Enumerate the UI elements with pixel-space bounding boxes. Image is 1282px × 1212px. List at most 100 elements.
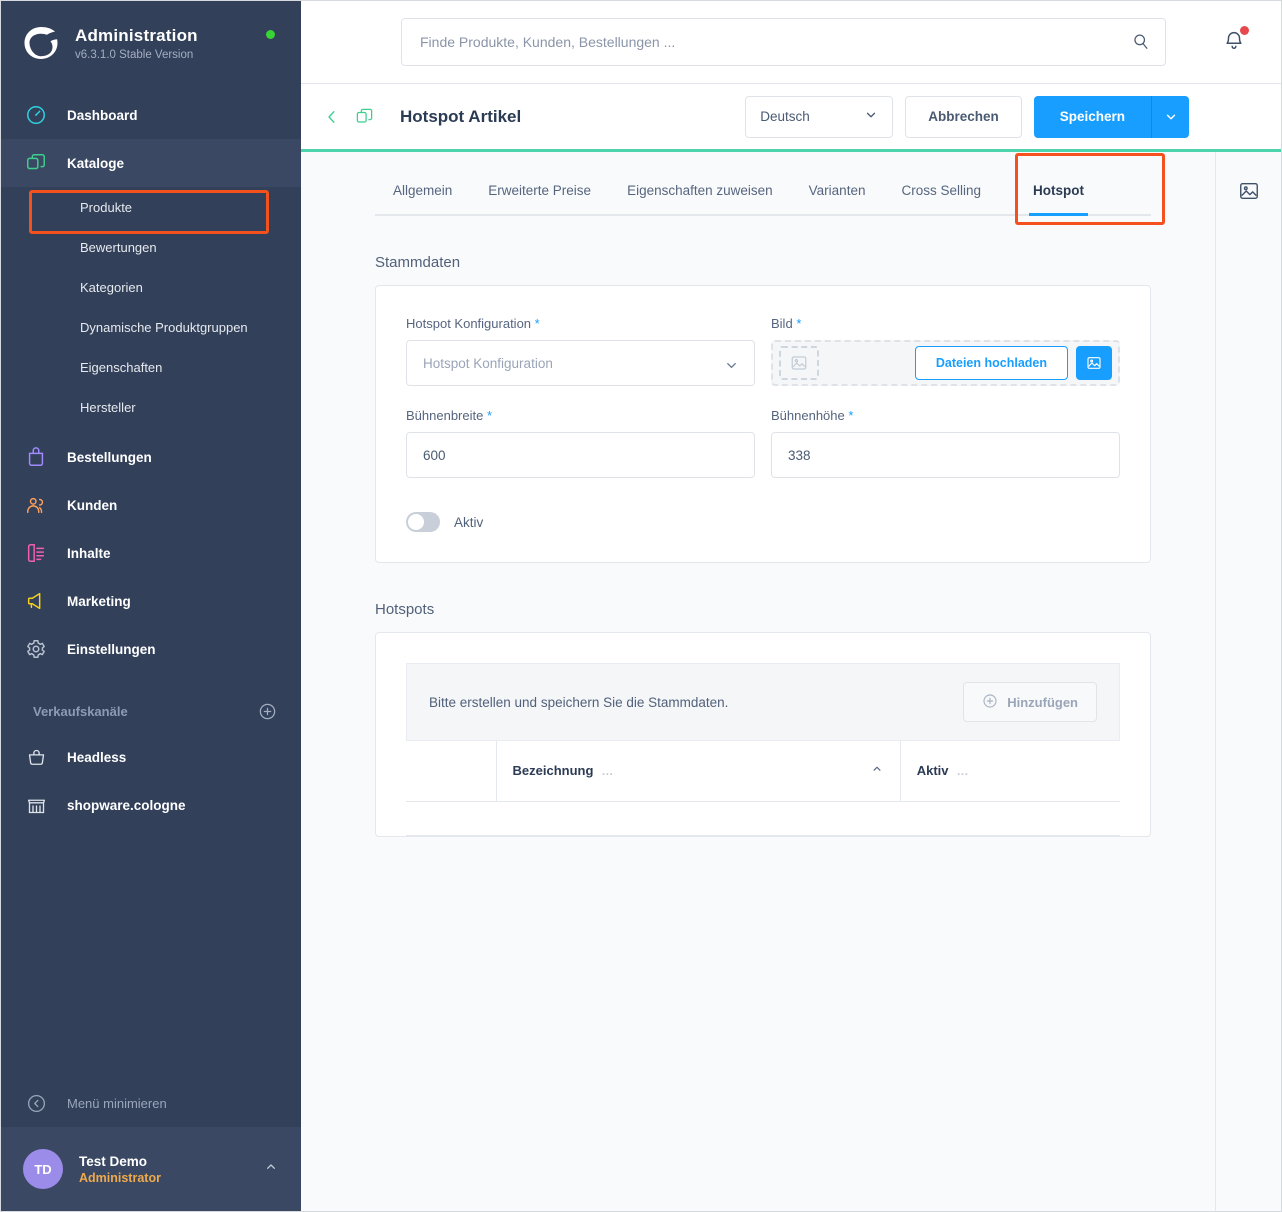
ellipsis-icon[interactable]: …	[601, 764, 614, 778]
chevron-up-icon[interactable]	[870, 762, 884, 779]
media-image-icon[interactable]	[1076, 346, 1112, 380]
right-sidebar	[1215, 152, 1281, 1211]
label-text: Hotspot Konfiguration	[406, 316, 532, 331]
settings-gear-icon	[23, 638, 49, 660]
sidebar-item-bestellungen[interactable]: Bestellungen	[1, 433, 301, 481]
storefront-icon	[23, 795, 49, 816]
search-icon[interactable]	[1131, 32, 1150, 56]
tab-eigenschaften-zuweisen[interactable]: Eigenschaften zuweisen	[609, 183, 791, 214]
sidebar-subitem-label: Hersteller	[80, 399, 136, 415]
tab-varianten[interactable]: Varianten	[791, 183, 884, 214]
column-aktiv[interactable]: Aktiv …	[900, 741, 1120, 802]
user-name: Test Demo	[79, 1153, 148, 1169]
sidebar-item-dynamische-produktgruppen[interactable]: Dynamische Produktgruppen	[1, 307, 301, 347]
sidebar-item-eigenschaften[interactable]: Eigenschaften	[1, 347, 301, 387]
tab-label: Cross Selling	[901, 183, 981, 198]
app-window: Administration v6.3.1.0 Stable Version D…	[0, 0, 1282, 1212]
chevron-left-icon[interactable]	[323, 108, 341, 126]
orders-bag-icon	[23, 446, 49, 468]
sidebar-item-marketing[interactable]: Marketing	[1, 577, 301, 625]
sidebar-subitem-label: Eigenschaften	[80, 359, 163, 375]
buehnenhoehe-input[interactable]	[771, 432, 1120, 478]
sidebar-brand[interactable]: Administration v6.3.1.0 Stable Version	[1, 1, 301, 85]
sidebar-item-dashboard[interactable]: Dashboard	[1, 91, 301, 139]
tab-hotspot[interactable]: Hotspot	[1015, 183, 1102, 216]
media-image-icon[interactable]	[1237, 180, 1261, 207]
label-text: Bild	[771, 316, 793, 331]
plus-circle-icon[interactable]	[258, 702, 277, 721]
sidebar-item-headless[interactable]: Headless	[1, 733, 301, 781]
sidebar-item-label: Einstellungen	[67, 641, 156, 657]
dashboard-speedometer-icon	[23, 104, 49, 126]
sidebar-item-inhalte[interactable]: Inhalte	[1, 529, 301, 577]
sidebar-item-produkte[interactable]: Produkte	[1, 187, 301, 227]
ellipsis-icon[interactable]: …	[957, 764, 970, 778]
hotspots-card-body: Bitte erstellen und speichern Sie die St…	[376, 633, 1150, 836]
sidebar-item-kategorien[interactable]: Kategorien	[1, 267, 301, 307]
sidebar-nav: Dashboard Kataloge Produkte Bewertungen	[1, 91, 301, 829]
buehnenbreite-input[interactable]	[406, 432, 755, 478]
chevron-down-icon	[864, 108, 878, 125]
topbar	[301, 1, 1281, 84]
minimize-menu-button[interactable]: Menü minimieren	[1, 1079, 301, 1127]
sales-channels-header: Verkaufskanäle	[1, 689, 301, 733]
column-bezeichnung[interactable]: Bezeichnung …	[496, 741, 901, 802]
table-select-column	[406, 741, 497, 802]
sidebar-item-einstellungen[interactable]: Einstellungen	[1, 625, 301, 673]
marketing-megaphone-icon	[23, 590, 49, 612]
save-button[interactable]: Speichern	[1033, 95, 1151, 138]
catalog-stack-icon	[23, 152, 49, 174]
main-area: Hotspot Artikel Deutsch Abbrechen Speich…	[301, 1, 1281, 1211]
content-wrap: Allgemein Erweiterte Preise Eigenschafte…	[301, 152, 1281, 1211]
sidebar-item-hersteller[interactable]: Hersteller	[1, 387, 301, 427]
image-upload-dropzone[interactable]: Dateien hochladen	[771, 340, 1120, 386]
aktiv-toggle[interactable]	[406, 512, 440, 532]
hotspot-konfiguration-field: Hotspot Konfiguration *	[406, 316, 755, 386]
sidebar-brand-version: v6.3.1.0 Stable Version	[75, 48, 194, 61]
language-select[interactable]: Deutsch	[745, 95, 894, 138]
cancel-button[interactable]: Abbrechen	[905, 95, 1022, 138]
sidebar-item-kataloge[interactable]: Kataloge	[1, 139, 301, 187]
status-online-dot	[266, 30, 275, 39]
stammdaten-row-1: Hotspot Konfiguration * Hotspot Konfigur…	[406, 316, 1120, 386]
chevron-up-icon[interactable]	[263, 1159, 279, 1180]
tab-allgemein[interactable]: Allgemein	[375, 183, 470, 214]
buehnenbreite-label: Bühnenbreite *	[406, 408, 755, 423]
hotspots-empty-text: Bitte erstellen und speichern Sie die St…	[429, 694, 729, 710]
sidebar-item-kunden[interactable]: Kunden	[1, 481, 301, 529]
tab-erweiterte-preise[interactable]: Erweiterte Preise	[470, 183, 609, 214]
search-input[interactable]	[401, 18, 1166, 66]
hotspots-table: Bezeichnung … Aktiv …	[406, 741, 1120, 836]
hotspot-konfiguration-select[interactable]	[406, 340, 755, 386]
sidebar-item-label: Kataloge	[67, 155, 125, 171]
page-title: Hotspot Artikel	[400, 106, 522, 126]
hotspot-konfiguration-select-wrap	[406, 340, 755, 386]
content: Allgemein Erweiterte Preise Eigenschafte…	[301, 152, 1215, 1211]
user-role: Administrator	[79, 1170, 161, 1185]
duplicate-icon[interactable]	[355, 107, 374, 126]
search-container	[401, 18, 1166, 66]
column-label: Aktiv	[916, 763, 949, 779]
save-options-chevron-down-icon[interactable]	[1151, 95, 1189, 138]
add-hotspot-label: Hinzufügen	[1007, 694, 1078, 710]
sidebar-item-label: Marketing	[67, 593, 131, 609]
add-hotspot-button[interactable]: Hinzufügen	[963, 682, 1097, 722]
hotspot-konfiguration-label: Hotspot Konfiguration *	[406, 316, 755, 331]
required-marker: *	[848, 408, 854, 423]
sidebar-item-shopware-cologne[interactable]: shopware.cologne	[1, 781, 301, 829]
sidebar-item-bewertungen[interactable]: Bewertungen	[1, 227, 301, 267]
page-header: Hotspot Artikel Deutsch Abbrechen Speich…	[301, 84, 1281, 149]
upload-files-button[interactable]: Dateien hochladen	[914, 346, 1068, 380]
sidebar-item-label: Dashboard	[67, 107, 138, 123]
user-menu[interactable]: TD Test Demo Administrator	[1, 1127, 301, 1211]
image-placeholder-icon	[779, 346, 819, 380]
tab-cross-selling[interactable]: Cross Selling	[883, 183, 999, 214]
label-text: Bühnenhöhe	[771, 408, 845, 423]
required-marker: *	[534, 316, 540, 331]
notifications-button[interactable]	[1223, 25, 1257, 57]
hotspots-empty-state: Bitte erstellen und speichern Sie die St…	[406, 663, 1120, 741]
sidebar-item-label: Headless	[67, 749, 127, 765]
language-select-value: Deutsch	[760, 109, 810, 124]
sidebar: Administration v6.3.1.0 Stable Version D…	[1, 1, 301, 1211]
avatar: TD	[23, 1149, 63, 1189]
